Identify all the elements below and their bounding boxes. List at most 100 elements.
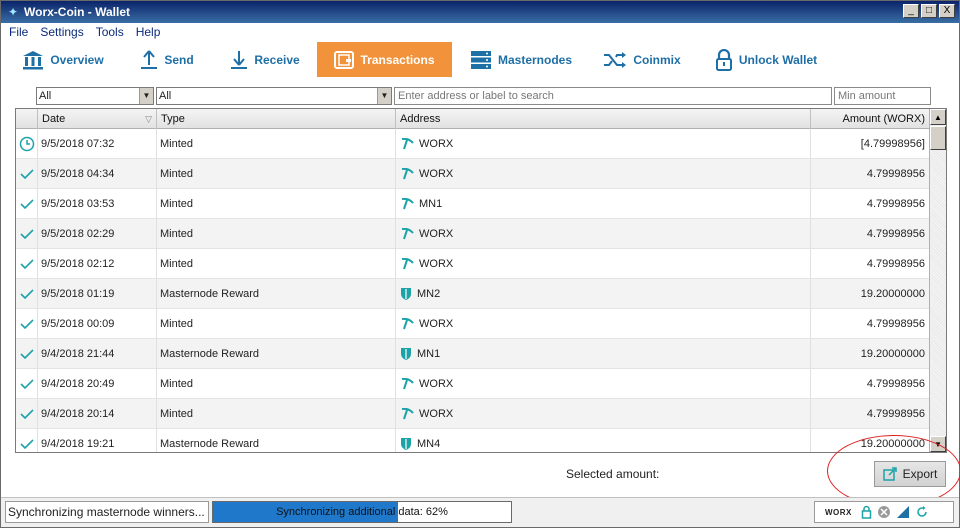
menu-tools[interactable]: Tools xyxy=(96,25,124,39)
shield-icon xyxy=(401,348,411,360)
date-filter-select[interactable]: All ▼ xyxy=(36,87,154,105)
amount-cell: 4.79998956 xyxy=(811,399,930,429)
tab-transactions[interactable]: Transactions xyxy=(317,42,452,77)
menu-file[interactable]: File xyxy=(9,25,28,39)
vertical-scrollbar[interactable]: ▲ ▼ xyxy=(929,109,946,452)
table-row[interactable]: 9/5/2018 07:32 Minted WORX [4.79998956] xyxy=(16,129,930,159)
amount-cell: 4.79998956 xyxy=(811,249,930,279)
pickaxe-icon xyxy=(401,408,414,420)
selected-amount-label: Selected amount: xyxy=(566,467,660,481)
table-row[interactable]: 9/5/2018 02:29 Minted WORX 4.79998956 xyxy=(16,219,930,249)
table-row[interactable]: 9/4/2018 19:21 Masternode Reward MN4 19.200… xyxy=(16,429,930,452)
signal-icon[interactable] xyxy=(896,505,910,519)
wallet-window: ✦ Worx-Coin - Wallet _ □ X File Settings… xyxy=(0,0,960,528)
date-cell: 9/5/2018 00:09 xyxy=(38,309,157,339)
table-row[interactable]: 9/4/2018 20:14 Minted WORX 4.79998956 xyxy=(16,399,930,429)
type-filter-select[interactable]: All ▼ xyxy=(156,87,392,105)
sync-icon[interactable] xyxy=(915,505,929,519)
date-cell: 9/4/2018 21:44 xyxy=(38,339,157,369)
column-header-status[interactable] xyxy=(16,109,38,129)
server-icon xyxy=(470,50,491,69)
status-cell xyxy=(16,129,38,159)
amount-cell: 4.79998956 xyxy=(811,189,930,219)
address-label: WORX xyxy=(419,318,454,330)
scroll-up-button[interactable]: ▲ xyxy=(930,109,946,125)
chevron-down-icon: ▼ xyxy=(139,88,153,104)
title-bar[interactable]: ✦ Worx-Coin - Wallet _ □ X xyxy=(1,1,959,23)
address-label: WORX xyxy=(419,228,454,240)
tab-masternodes[interactable]: Masternodes xyxy=(463,42,579,77)
tab-masternodes-label: Masternodes xyxy=(497,52,573,67)
network-icon[interactable] xyxy=(877,505,891,519)
amount-cell: 4.79998956 xyxy=(811,219,930,249)
date-cell: 9/5/2018 02:29 xyxy=(38,219,157,249)
menu-settings[interactable]: Settings xyxy=(40,25,83,39)
lock-icon[interactable] xyxy=(861,505,872,519)
date-cell: 9/5/2018 04:34 xyxy=(38,159,157,189)
amount-cell: 4.79998956 xyxy=(811,309,930,339)
status-cell xyxy=(16,399,38,429)
address-label: MN1 xyxy=(417,348,441,360)
amount-cell: 4.79998956 xyxy=(811,369,930,399)
scroll-thumb[interactable] xyxy=(930,126,946,150)
tab-send-label: Send xyxy=(164,52,194,67)
column-header-address[interactable]: Address xyxy=(396,109,811,129)
column-header-date[interactable]: Date ▽ xyxy=(38,109,157,129)
table-row[interactable]: 9/5/2018 02:12 Minted WORX 4.79998956 xyxy=(16,249,930,279)
checkmark-icon xyxy=(19,349,34,360)
wallet-icon xyxy=(334,50,355,69)
sync-progress-label: Synchronizing additional data: 62% xyxy=(276,506,448,518)
table-header: Date ▽ Type Address Amount (WORX) xyxy=(16,109,930,129)
menu-help[interactable]: Help xyxy=(136,25,161,39)
pickaxe-icon xyxy=(401,318,414,330)
shield-icon xyxy=(401,438,411,450)
type-cell: Masternode Reward xyxy=(157,339,396,369)
main-toolbar: Overview Send Receive Transactions Maste… xyxy=(1,41,959,77)
amount-cell: 19.20000000 xyxy=(811,279,930,309)
table-row[interactable]: 9/5/2018 03:53 Minted MN1 4.79998956 xyxy=(16,189,930,219)
table-row[interactable]: 9/4/2018 20:49 Minted WORX 4.79998956 xyxy=(16,369,930,399)
tab-receive[interactable]: Receive xyxy=(223,42,307,77)
table-row[interactable]: 9/5/2018 04:34 Minted WORX 4.79998956 xyxy=(16,159,930,189)
status-cell xyxy=(16,429,38,452)
column-header-amount[interactable]: Amount (WORX) xyxy=(811,109,930,129)
status-cell xyxy=(16,189,38,219)
status-bar: Synchronizing masternode winners... Sync… xyxy=(1,497,959,527)
address-cell: MN1 xyxy=(396,189,811,219)
tab-send[interactable]: Send xyxy=(131,42,203,77)
table-row[interactable]: 9/5/2018 01:19 Masternode Reward MN2 19.200… xyxy=(16,279,930,309)
table-row[interactable]: 9/4/2018 21:44 Masternode Reward MN1 19.200… xyxy=(16,339,930,369)
type-cell: Minted xyxy=(157,249,396,279)
date-cell: 9/4/2018 20:14 xyxy=(38,399,157,429)
upload-arrow-icon xyxy=(141,49,158,69)
address-cell: WORX xyxy=(396,309,811,339)
column-header-type[interactable]: Type xyxy=(157,109,396,129)
unit-label[interactable]: WORX xyxy=(825,508,852,517)
checkmark-icon xyxy=(19,199,34,210)
tab-transactions-label: Transactions xyxy=(360,52,435,67)
type-cell: Minted xyxy=(157,159,396,189)
min-amount-input[interactable]: Min amount xyxy=(834,87,931,105)
tab-coinmix[interactable]: Coinmix xyxy=(597,42,687,77)
shuffle-icon xyxy=(604,51,627,68)
date-cell: 9/5/2018 03:53 xyxy=(38,189,157,219)
tab-overview[interactable]: Overview xyxy=(15,42,111,77)
close-button[interactable]: X xyxy=(939,4,955,18)
bank-icon xyxy=(23,50,44,69)
address-search-input[interactable]: Enter address or label to search xyxy=(394,87,832,105)
maximize-button[interactable]: □ xyxy=(921,4,937,18)
status-cell xyxy=(16,309,38,339)
checkmark-icon xyxy=(19,289,34,300)
address-cell: MN4 xyxy=(396,429,811,452)
shield-icon xyxy=(401,288,411,300)
address-cell: WORX xyxy=(396,399,811,429)
type-filter-value: All xyxy=(159,90,172,102)
type-cell: Minted xyxy=(157,129,396,159)
table-row[interactable]: 9/5/2018 00:09 Minted WORX 4.79998956 xyxy=(16,309,930,339)
unlock-wallet-button[interactable]: Unlock Wallet xyxy=(707,42,825,77)
minimize-button[interactable]: _ xyxy=(903,4,919,18)
chevron-down-icon: ▼ xyxy=(377,88,391,104)
date-cell: 9/4/2018 19:21 xyxy=(38,429,157,452)
address-label: WORX xyxy=(419,168,454,180)
address-cell: WORX xyxy=(396,159,811,189)
